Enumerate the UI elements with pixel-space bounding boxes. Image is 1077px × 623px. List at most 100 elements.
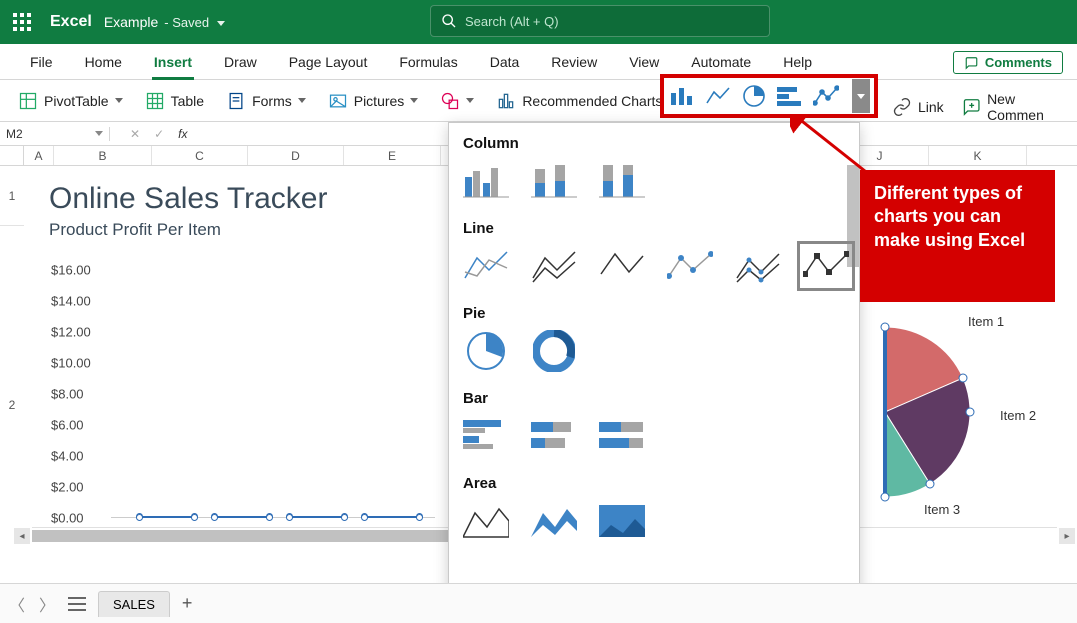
chart-bar[interactable] xyxy=(289,516,345,518)
selection-handle[interactable] xyxy=(361,514,368,521)
row-header-1[interactable]: 1 xyxy=(0,166,24,226)
tab-insert[interactable]: Insert xyxy=(138,44,208,80)
new-comment-button[interactable]: New Commen xyxy=(958,87,1077,127)
tab-data[interactable]: Data xyxy=(474,44,536,80)
column-chart-icon[interactable] xyxy=(668,84,696,108)
select-all-corner[interactable] xyxy=(0,146,24,166)
chevron-down-icon[interactable] xyxy=(410,98,418,103)
area-basic-icon[interactable] xyxy=(463,502,509,540)
cancel-icon[interactable]: ✕ xyxy=(130,127,140,141)
chart-bar[interactable] xyxy=(364,516,420,518)
sheet-nav-next[interactable]: 〉 xyxy=(38,595,56,613)
pie-chart-icon[interactable] xyxy=(740,84,768,108)
scroll-left-arrow[interactable]: ◂ xyxy=(14,528,30,544)
ribbon-tabs: File Home Insert Draw Page Layout Formul… xyxy=(0,44,1077,80)
column-100stacked-icon[interactable] xyxy=(599,162,645,200)
selection-handle[interactable] xyxy=(266,514,273,521)
chart-subtitle[interactable]: Product Profit Per Item xyxy=(35,216,445,246)
line-chart-icon[interactable] xyxy=(704,84,732,108)
pictures-button[interactable]: Pictures xyxy=(320,87,427,115)
column-clustered-icon[interactable] xyxy=(463,162,509,200)
comment-icon xyxy=(964,56,979,70)
tab-file[interactable]: File xyxy=(14,44,69,80)
app-launcher-icon[interactable] xyxy=(0,0,44,44)
bar-clustered-icon[interactable] xyxy=(463,417,509,455)
bar-chart-icon[interactable] xyxy=(776,84,804,108)
ribbon-right-group: Link New Commen xyxy=(888,87,1077,127)
tab-draw[interactable]: Draw xyxy=(208,44,273,80)
selection-handle[interactable] xyxy=(341,514,348,521)
recommended-charts-button[interactable]: Recommended Charts xyxy=(488,87,670,115)
comments-button[interactable]: Comments xyxy=(953,51,1063,74)
chart-type-panel: Column Line Pie Bar Area xyxy=(448,122,860,623)
column-stacked-icon[interactable] xyxy=(531,162,577,200)
chart-title[interactable]: Online Sales Tracker xyxy=(35,174,445,216)
line-markers-icon[interactable] xyxy=(667,247,713,285)
bar-stacked-icon[interactable] xyxy=(531,417,577,455)
col-header-B[interactable]: B xyxy=(54,146,152,165)
line-100-icon[interactable] xyxy=(599,247,645,285)
name-box[interactable]: M2 xyxy=(0,127,110,141)
embedded-pie-chart[interactable]: Item 1 Item 2 Item 3 xyxy=(870,312,1070,522)
picture-icon xyxy=(328,91,348,111)
pivot-table-icon xyxy=(18,91,38,111)
col-header-C[interactable]: C xyxy=(152,146,248,165)
area-stacked-icon[interactable] xyxy=(531,502,577,540)
chevron-down-icon[interactable] xyxy=(217,13,225,31)
embedded-chart[interactable]: Online Sales Tracker Product Profit Per … xyxy=(35,174,445,554)
selection-handle[interactable] xyxy=(211,514,218,521)
document-name[interactable]: Example xyxy=(104,14,158,30)
search-box[interactable]: Search (Alt + Q) xyxy=(430,5,770,37)
pie-icon[interactable] xyxy=(463,332,509,370)
col-header-E[interactable]: E xyxy=(344,146,441,165)
y-tick-label: $12.00 xyxy=(51,325,91,340)
annotation-callout: Different types of charts you can make u… xyxy=(860,170,1055,302)
scroll-right-arrow[interactable]: ▸ xyxy=(1059,528,1075,544)
sheet-nav-prev[interactable]: 〈 xyxy=(8,595,26,613)
chart-bar[interactable] xyxy=(139,516,195,518)
line-basic-icon[interactable] xyxy=(463,247,509,285)
chevron-down-icon[interactable] xyxy=(298,98,306,103)
shapes-button[interactable] xyxy=(432,87,482,115)
col-header-A[interactable]: A xyxy=(24,146,54,165)
row-headers[interactable]: 1 2 xyxy=(0,166,24,583)
chevron-down-icon[interactable] xyxy=(466,98,474,103)
formula-input-area[interactable]: ✕ ✓ fx xyxy=(110,127,187,141)
chart-gallery-expand[interactable] xyxy=(852,79,870,113)
enter-icon[interactable]: ✓ xyxy=(154,127,164,141)
tab-formulas[interactable]: Formulas xyxy=(383,44,473,80)
selection-handle[interactable] xyxy=(286,514,293,521)
y-tick-label: $8.00 xyxy=(51,387,84,402)
selection-handle[interactable] xyxy=(191,514,198,521)
comments-label: Comments xyxy=(985,55,1052,70)
col-header-K[interactable]: K xyxy=(929,146,1027,165)
fx-icon[interactable]: fx xyxy=(178,127,187,141)
tab-review[interactable]: Review xyxy=(535,44,613,80)
tab-home[interactable]: Home xyxy=(69,44,138,80)
chart-bar[interactable] xyxy=(214,516,270,518)
scatter-chart-icon[interactable] xyxy=(812,84,840,108)
selection-handle[interactable] xyxy=(136,514,143,521)
all-sheets-icon[interactable] xyxy=(68,597,86,611)
line-100-markers-icon[interactable] xyxy=(803,247,849,285)
link-button[interactable]: Link xyxy=(888,93,948,121)
line-stacked-icon[interactable] xyxy=(531,247,577,285)
chart-bars[interactable] xyxy=(129,270,429,518)
pivot-table-button[interactable]: PivotTable xyxy=(10,87,131,115)
selection-handle[interactable] xyxy=(416,514,423,521)
forms-button[interactable]: Forms xyxy=(218,87,314,115)
chart-plot-area[interactable]: $16.00$14.00$12.00$10.00$8.00$6.00$4.00$… xyxy=(51,270,435,518)
table-icon xyxy=(145,91,165,111)
bar-100-icon[interactable] xyxy=(599,417,645,455)
chevron-down-icon[interactable] xyxy=(115,98,123,103)
col-header-D[interactable]: D xyxy=(248,146,344,165)
add-sheet-button[interactable]: + xyxy=(182,593,193,614)
chevron-down-icon[interactable] xyxy=(95,131,103,136)
sheet-tab-sales[interactable]: SALES xyxy=(98,591,170,617)
line-stacked-markers-icon[interactable] xyxy=(735,247,781,285)
table-button[interactable]: Table xyxy=(137,87,212,115)
doughnut-icon[interactable] xyxy=(531,332,577,370)
search-placeholder: Search (Alt + Q) xyxy=(465,14,559,29)
area-100-icon[interactable] xyxy=(599,502,645,540)
tab-page-layout[interactable]: Page Layout xyxy=(273,44,384,80)
